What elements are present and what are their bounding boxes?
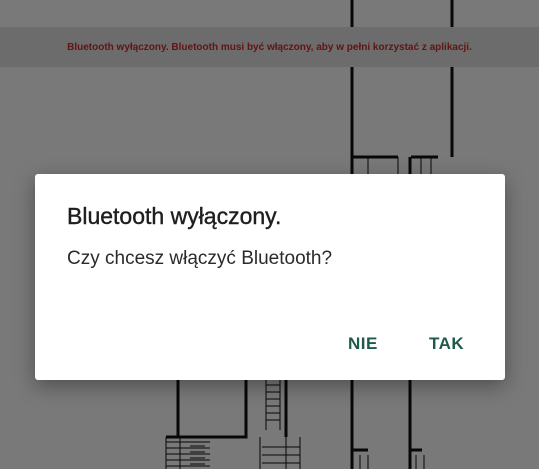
dialog-message: Czy chcesz włączyć Bluetooth? xyxy=(67,248,333,269)
yes-button[interactable]: TAK xyxy=(429,332,464,356)
dialog-title: Bluetooth wyłączony. xyxy=(67,203,282,229)
bluetooth-dialog: Bluetooth wyłączony. Czy chcesz włączyć … xyxy=(35,174,505,380)
no-button[interactable]: NIE xyxy=(348,332,378,356)
